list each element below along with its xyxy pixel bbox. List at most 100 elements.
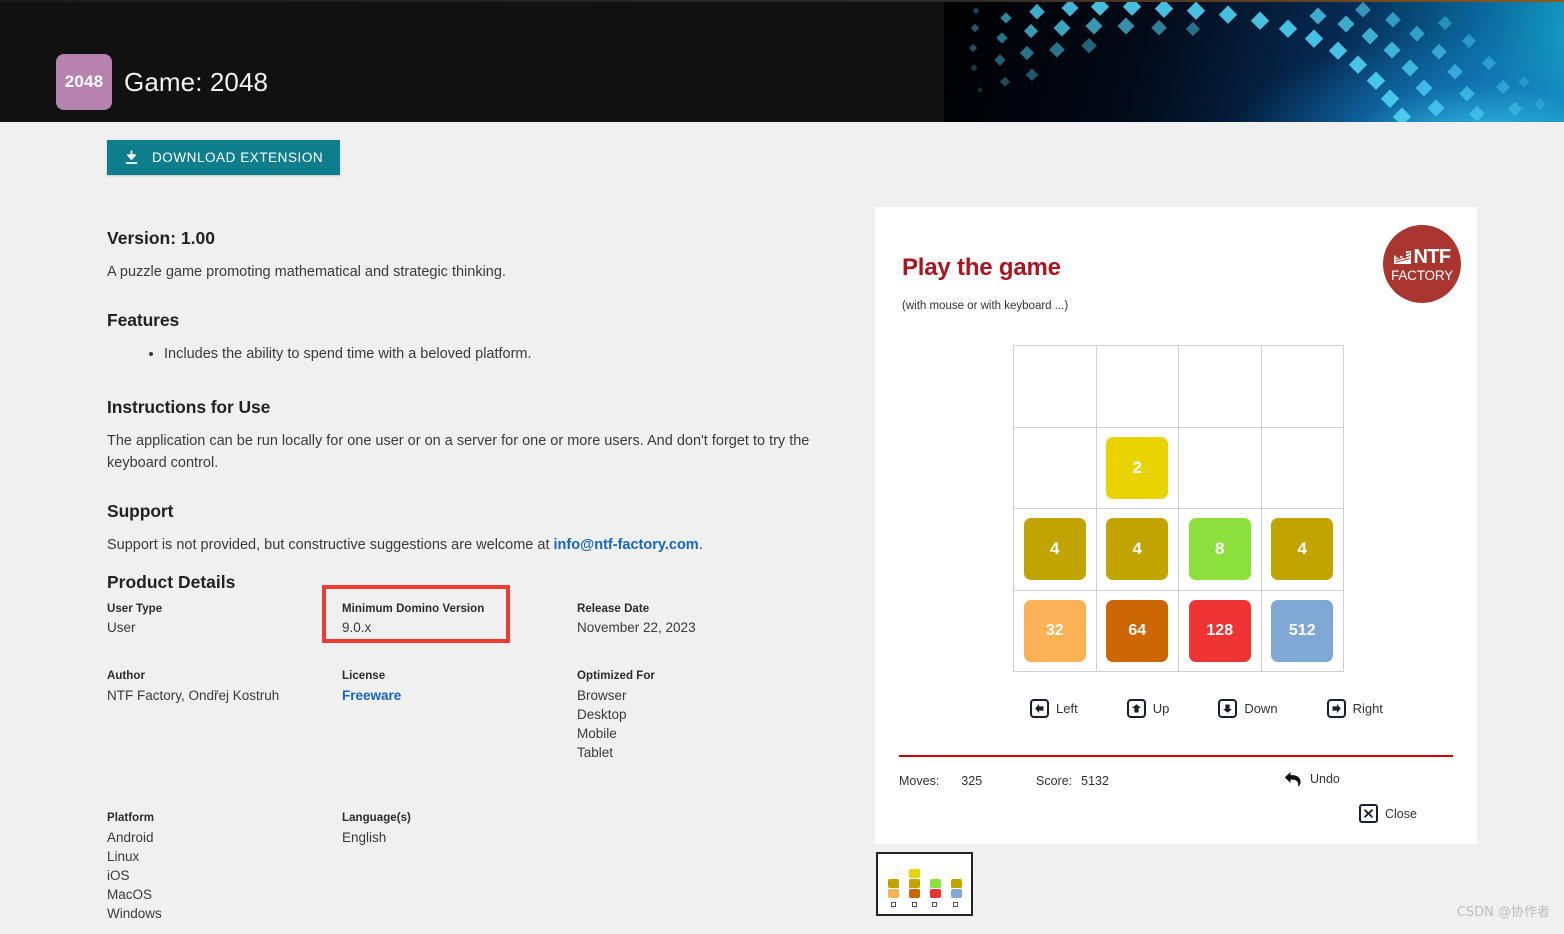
game-tile[interactable]: 64 <box>1106 599 1169 662</box>
product-details-grid: User Type User Minimum Domino Version 9.… <box>107 601 847 923</box>
game-tile[interactable]: 8 <box>1188 518 1251 581</box>
game-board[interactable]: 2 4 4 8 4 32 64 128 512 <box>1013 345 1344 672</box>
product-details-heading: Product Details <box>107 572 236 592</box>
board-cell[interactable] <box>1179 346 1262 428</box>
features-list: Includes the ability to spend time with … <box>107 343 847 365</box>
game-tile[interactable]: 512 <box>1271 599 1334 662</box>
field-languages: Language(s) English <box>342 810 577 923</box>
field-release-date: Release Date November 22, 2023 <box>577 601 812 637</box>
board-cell[interactable] <box>1014 346 1097 428</box>
board-cell[interactable]: 8 <box>1179 509 1262 591</box>
game-panel: Play the game (with mouse or with keyboa… <box>875 207 1477 844</box>
game-screenshot-thumbnail[interactable] <box>876 852 973 916</box>
thumb-cell <box>946 869 966 878</box>
thumb-arrow-right-key-icon <box>953 901 959 907</box>
field-value: iOS <box>107 867 130 883</box>
banner-top-accent-line <box>0 0 1564 2</box>
field-platform: Platform Android Linux iOS MacOS Windows <box>107 810 342 923</box>
support-text-before: Support is not provided, but constructiv… <box>107 536 554 553</box>
move-down-button[interactable]: Down <box>1218 699 1278 718</box>
field-value: Windows <box>107 906 162 922</box>
instructions-text: The application can be run locally for o… <box>107 433 810 471</box>
support-email-link[interactable]: info@ntf-factory.com <box>554 537 699 553</box>
field-empty <box>577 810 812 923</box>
thumb-cell <box>883 859 903 868</box>
game-tile[interactable]: 128 <box>1188 599 1251 662</box>
ntf-logo-mark: NTF <box>1413 246 1451 269</box>
field-user-type: User Type User <box>107 601 342 637</box>
game-tile[interactable]: 2 <box>1106 436 1169 499</box>
field-label: Author <box>107 670 145 683</box>
license-link[interactable]: Freeware <box>342 686 577 705</box>
thumb-arrow-left-key-icon <box>890 901 896 907</box>
field-value: NTF Factory, Ondřej Kostruh <box>107 687 280 703</box>
thumb-cell <box>946 859 966 868</box>
thumb-tile <box>929 879 941 888</box>
ntf-factory-logo: NTF FACTORY <box>1383 225 1461 303</box>
download-extension-label: DOWNLOAD EXTENSION <box>152 150 324 165</box>
thumb-arrow-up-key-icon <box>911 901 917 907</box>
app-icon-label: 2048 <box>64 72 104 91</box>
move-right-button[interactable]: Right <box>1326 699 1383 718</box>
thumb-cell <box>946 879 966 888</box>
thumb-tile <box>908 879 920 888</box>
header-title-group: 2048 Game: 2048 <box>56 54 268 110</box>
thumb-cell <box>925 859 945 868</box>
move-up-button[interactable]: Up <box>1126 699 1170 718</box>
board-cell[interactable] <box>1096 346 1179 428</box>
thumb-tile <box>908 869 920 878</box>
field-value: November 22, 2023 <box>577 620 696 636</box>
board-cell[interactable]: 512 <box>1261 590 1344 672</box>
field-label: Platform <box>107 812 155 825</box>
field-value: 9.0.x <box>342 620 372 636</box>
board-cell[interactable] <box>1014 427 1097 509</box>
field-minimum-domino-version: Minimum Domino Version 9.0.x <box>342 601 577 637</box>
board-cell[interactable] <box>1261 346 1344 428</box>
board-cell[interactable]: 2 <box>1096 427 1179 509</box>
game-tile[interactable]: 32 <box>1023 599 1086 662</box>
support-text: Support is not provided, but constructiv… <box>107 535 817 557</box>
close-button[interactable]: Close <box>1359 804 1417 823</box>
banner-decoration-art <box>944 0 1564 122</box>
field-label: Language(s) <box>342 812 411 825</box>
page-title: Game: 2048 <box>124 66 269 97</box>
board-cell[interactable]: 4 <box>1261 509 1344 591</box>
game-tile[interactable]: 4 <box>1271 518 1334 581</box>
arrow-up-key-icon <box>1126 699 1146 718</box>
field-value: Linux <box>107 848 140 864</box>
product-details-row: Author NTF Factory, Ondřej Kostruh Licen… <box>107 668 847 762</box>
board-cell[interactable] <box>1179 427 1262 509</box>
field-label: Release Date <box>577 603 650 615</box>
thumb-cell <box>883 879 903 888</box>
status-divider <box>899 755 1453 757</box>
thumb-cell <box>904 859 924 868</box>
undo-button[interactable]: Undo <box>1284 770 1340 787</box>
board-cell[interactable]: 32 <box>1014 590 1097 672</box>
support-heading: Support <box>107 500 174 521</box>
board-cell[interactable]: 64 <box>1096 590 1179 672</box>
play-the-game-heading: Play the game <box>902 254 1061 281</box>
version-heading: Version: 1.00 <box>107 228 215 248</box>
field-value: Browser <box>577 687 627 703</box>
thumb-tile <box>887 889 899 898</box>
field-label: License <box>342 670 386 683</box>
thumb-arrow-down-key-icon <box>932 901 938 907</box>
board-cell[interactable] <box>1261 427 1344 509</box>
undo-label: Undo <box>1310 771 1340 786</box>
field-value: Tablet <box>577 745 614 761</box>
game-tile[interactable]: 4 <box>1106 518 1169 581</box>
move-up-label: Up <box>1152 701 1170 716</box>
board-cell[interactable]: 128 <box>1179 590 1262 672</box>
ntf-logo-subtext: FACTORY <box>1391 268 1453 284</box>
field-label: Optimized For <box>577 670 655 683</box>
board-cell[interactable]: 4 <box>1014 509 1097 591</box>
thumb-tile <box>929 889 941 898</box>
board-cell[interactable]: 4 <box>1096 509 1179 591</box>
app-icon-2048: 2048 <box>56 54 112 110</box>
undo-icon <box>1284 772 1301 787</box>
thumb-tile <box>887 879 899 888</box>
move-left-button[interactable]: Left <box>1030 699 1078 718</box>
game-tile[interactable]: 4 <box>1023 518 1086 581</box>
download-extension-button[interactable]: DOWNLOAD EXTENSION <box>107 140 341 175</box>
product-details-row: User Type User Minimum Domino Version 9.… <box>107 601 847 637</box>
